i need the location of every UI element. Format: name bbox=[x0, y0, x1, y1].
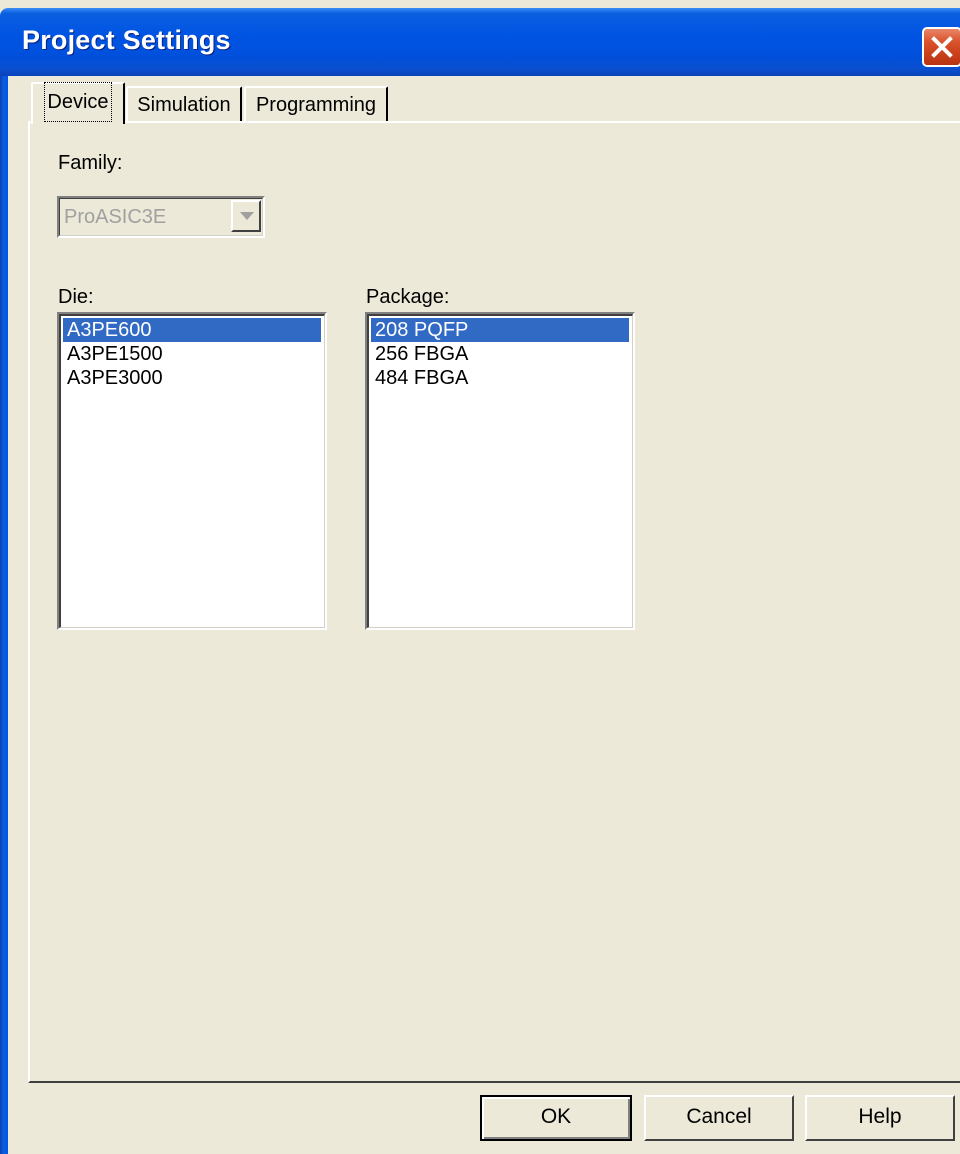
title-bar[interactable]: Project Settings bbox=[0, 8, 960, 76]
cancel-button[interactable]: Cancel bbox=[644, 1095, 794, 1141]
package-listbox[interactable]: 208 PQFP 256 FBGA 484 FBGA bbox=[365, 312, 635, 630]
ok-button[interactable]: OK bbox=[480, 1095, 632, 1141]
tab-simulation-label: Simulation bbox=[137, 94, 231, 116]
package-item-256-fbga[interactable]: 256 FBGA bbox=[371, 342, 629, 366]
package-item-208-pqfp[interactable]: 208 PQFP bbox=[371, 318, 629, 342]
tab-device-label: Device bbox=[44, 82, 112, 122]
family-combobox[interactable]: ProASIC3E bbox=[57, 196, 265, 238]
tab-simulation[interactable]: Simulation bbox=[126, 86, 242, 122]
die-item-a3pe1500[interactable]: A3PE1500 bbox=[63, 342, 321, 366]
tab-programming-label: Programming bbox=[255, 94, 377, 116]
family-value: ProASIC3E bbox=[64, 206, 167, 228]
project-settings-dialog: Project Settings Device Simulation Progr… bbox=[0, 0, 960, 1154]
tab-device[interactable]: Device bbox=[31, 82, 125, 124]
die-item-a3pe3000[interactable]: A3PE3000 bbox=[63, 366, 321, 390]
tab-programming[interactable]: Programming bbox=[244, 86, 388, 122]
package-item-484-fbga[interactable]: 484 FBGA bbox=[371, 366, 629, 390]
close-icon bbox=[931, 36, 953, 58]
package-label: Package: bbox=[366, 286, 450, 308]
chevron-down-icon bbox=[240, 212, 254, 220]
window-border-left bbox=[0, 76, 8, 1154]
die-listbox[interactable]: A3PE600 A3PE1500 A3PE3000 bbox=[57, 312, 327, 630]
family-label: Family: bbox=[58, 152, 123, 174]
die-item-a3pe600[interactable]: A3PE600 bbox=[63, 318, 321, 342]
window-title: Project Settings bbox=[22, 25, 231, 55]
help-button[interactable]: Help bbox=[805, 1095, 955, 1141]
die-label: Die: bbox=[58, 286, 94, 308]
close-button[interactable] bbox=[922, 27, 960, 67]
family-dropdown-button[interactable] bbox=[231, 200, 261, 232]
